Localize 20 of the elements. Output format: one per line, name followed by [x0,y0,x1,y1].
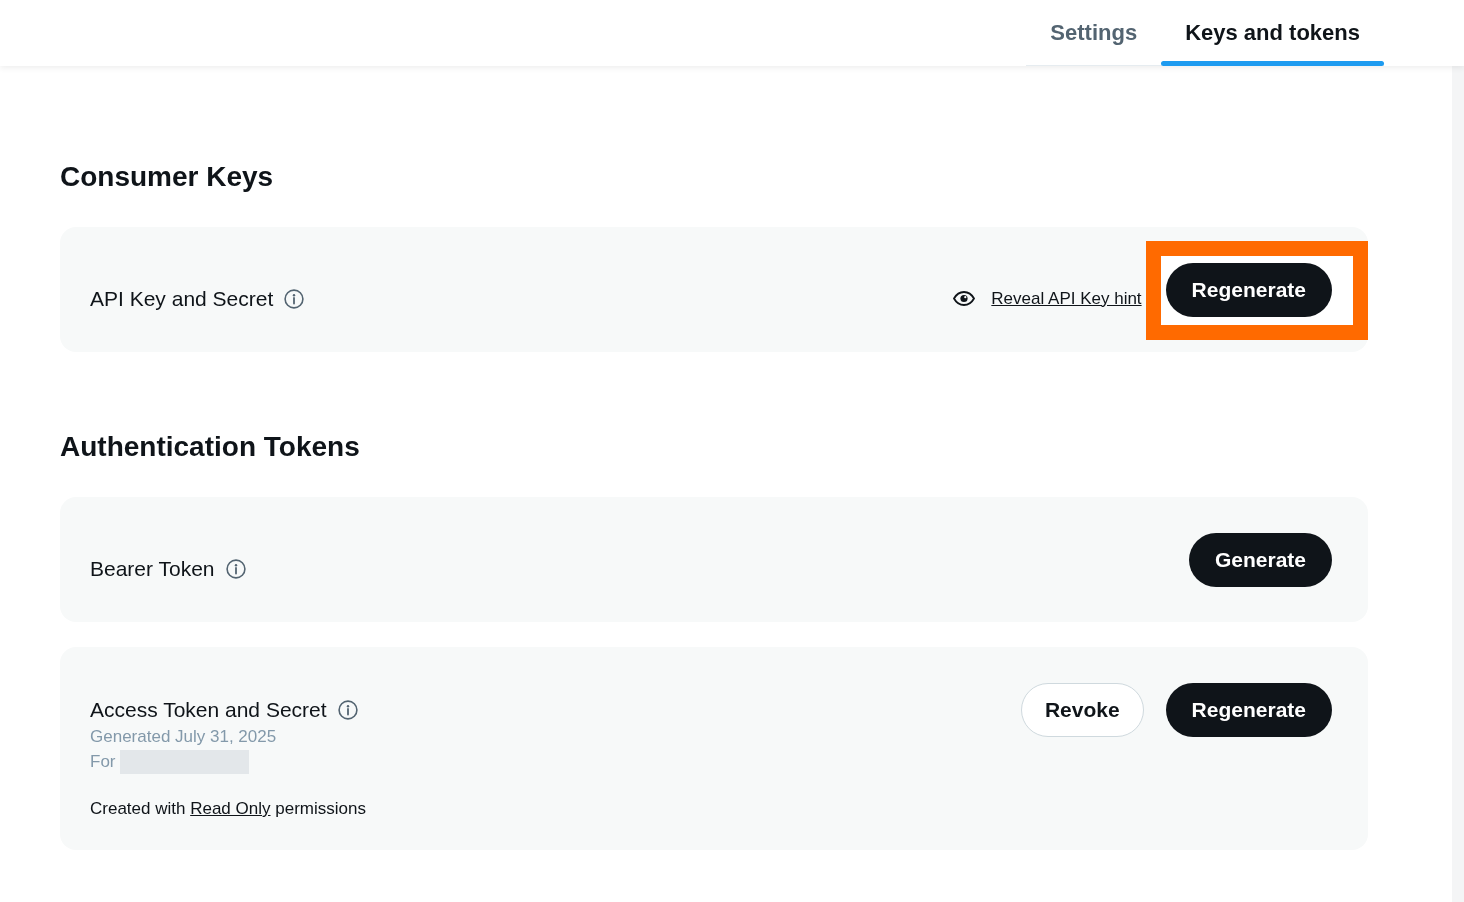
owner-label: For [90,751,116,773]
card-title: Access Token and Secret [90,697,327,723]
primary-button[interactable]: Generate [1188,532,1332,587]
info-icon[interactable] [337,700,358,720]
primary-button[interactable]: Regenerate [1165,262,1332,317]
reveal-hint-link[interactable]: Reveal API Key hint [991,288,1142,309]
tab[interactable]: Keys and tokens [1161,0,1384,65]
outline-button[interactable]: Revoke [1020,683,1144,737]
tab[interactable]: Settings [1026,0,1162,65]
card-title: Bearer Token [90,555,215,582]
eye-icon [953,291,976,306]
info-icon[interactable] [284,288,305,309]
primary-button[interactable]: Regenerate [1165,683,1332,737]
permission-link[interactable]: Read Only [190,799,271,818]
section-heading: Consumer Keys [60,160,275,194]
card-title: API Key and Secret [90,285,274,312]
generated-date: Generated July 31, 2025 [90,726,278,748]
section-heading: Authentication Tokens [60,430,361,464]
permissions-text: Created with Read Only permissions [90,798,366,820]
info-icon[interactable] [225,558,246,579]
